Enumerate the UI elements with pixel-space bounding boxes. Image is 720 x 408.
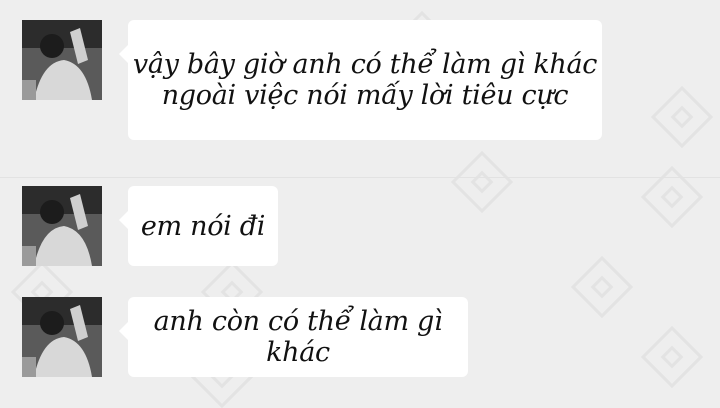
watermark-icon <box>640 325 704 389</box>
message-text-line: em nói đi <box>140 210 266 242</box>
message-bubble[interactable]: em nói đi <box>119 186 278 266</box>
watermark-icon <box>450 150 514 214</box>
watermark-icon <box>570 255 634 319</box>
avatar[interactable] <box>22 186 102 266</box>
watermark-icon <box>640 165 704 229</box>
section-divider <box>0 177 720 178</box>
avatar[interactable] <box>22 297 102 377</box>
message-bubble[interactable]: anh còn có thể làm gì khác <box>119 297 468 377</box>
message-text-line: ngoài việc nói mấy lời tiêu cực <box>161 80 569 111</box>
message-text-line: anh còn có thể làm gì khác <box>153 306 443 368</box>
avatar[interactable] <box>22 20 102 100</box>
watermark-icon <box>650 85 714 149</box>
message-text-line: vậy bây giờ anh có thể làm gì khác <box>132 49 598 80</box>
message-bubble[interactable]: vậy bây giờ anh có thể làm gì khác ngoài… <box>119 20 602 140</box>
